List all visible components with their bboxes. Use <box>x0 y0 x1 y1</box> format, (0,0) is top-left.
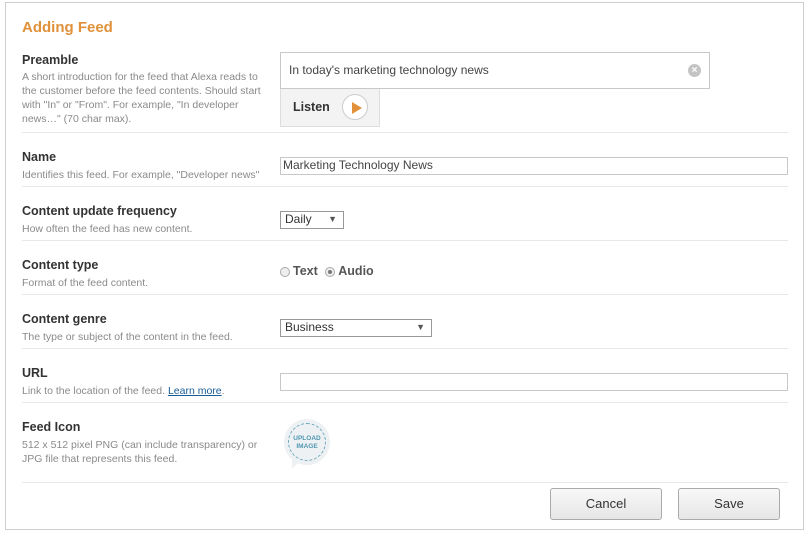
url-input[interactable] <box>280 373 788 391</box>
feed-icon-row: Feed Icon 512 x 512 pixel PNG (can inclu… <box>22 403 788 483</box>
page-title: Adding Feed <box>22 19 113 36</box>
preamble-value: In today's marketing technology news <box>289 63 489 77</box>
frequency-description: How often the feed has new content. <box>22 223 193 235</box>
url-description-text: Link to the location of the feed. <box>22 385 166 397</box>
chevron-down-icon: ▼ <box>328 214 337 224</box>
chevron-down-icon: ▼ <box>416 322 425 332</box>
upload-text-line1: UPLOAD <box>293 435 321 442</box>
frequency-label: Content update frequency <box>22 204 177 218</box>
adding-feed-panel: Adding Feed Preamble A short introductio… <box>5 2 804 530</box>
radio-audio[interactable]: Audio <box>325 264 374 278</box>
name-row: Name Identifies this feed. For example, … <box>22 133 788 187</box>
url-row: URL Link to the location of the feed. Le… <box>22 349 788 403</box>
preamble-input[interactable]: In today's marketing technology news × <box>280 52 710 89</box>
url-label: URL <box>22 366 48 380</box>
genre-select[interactable]: Business ▼ <box>280 319 432 337</box>
frequency-row: Content update frequency How often the f… <box>22 187 788 241</box>
radio-text-indicator[interactable] <box>280 266 290 277</box>
listen-label: Listen <box>293 100 330 114</box>
upload-text-line2: IMAGE <box>296 443 318 450</box>
url-description: Link to the location of the feed. Learn … <box>22 385 225 397</box>
content-type-label: Content type <box>22 258 99 272</box>
learn-more-link[interactable]: Learn more <box>168 385 222 397</box>
frequency-value: Daily <box>285 212 312 226</box>
upload-image-button[interactable]: UPLOAD IMAGE <box>284 419 330 469</box>
radio-text-label: Text <box>293 264 318 278</box>
feed-icon-label: Feed Icon <box>22 420 81 434</box>
radio-audio-label: Audio <box>338 264 374 278</box>
preamble-row: Preamble A short introduction for the fe… <box>22 47 788 133</box>
listen-button[interactable]: Listen <box>280 89 380 127</box>
content-type-radios: Text Audio <box>280 264 374 278</box>
genre-row: Content genre The type or subject of the… <box>22 295 788 349</box>
feed-icon-description: 512 x 512 pixel PNG (can include transpa… <box>22 439 258 465</box>
name-label: Name <box>22 150 57 164</box>
genre-description: The type or subject of the content in th… <box>22 331 233 343</box>
genre-value: Business <box>285 320 334 334</box>
content-type-description: Format of the feed content. <box>22 277 149 289</box>
radio-audio-indicator[interactable] <box>325 266 336 277</box>
content-type-row: Content type Format of the feed content.… <box>22 241 788 295</box>
save-button[interactable]: Save <box>678 488 780 520</box>
clear-icon[interactable]: × <box>688 64 701 77</box>
frequency-select[interactable]: Daily ▼ <box>280 211 344 229</box>
play-icon <box>342 94 368 120</box>
genre-label: Content genre <box>22 312 107 326</box>
upload-icon: UPLOAD IMAGE <box>288 423 326 461</box>
preamble-description: A short introduction for the feed that A… <box>22 71 261 125</box>
name-input[interactable]: Marketing Technology News <box>280 157 788 175</box>
radio-text[interactable]: Text <box>280 264 318 278</box>
name-description: Identifies this feed. For example, "Deve… <box>22 169 260 181</box>
cancel-button[interactable]: Cancel <box>550 488 662 520</box>
preamble-label: Preamble <box>22 53 79 67</box>
